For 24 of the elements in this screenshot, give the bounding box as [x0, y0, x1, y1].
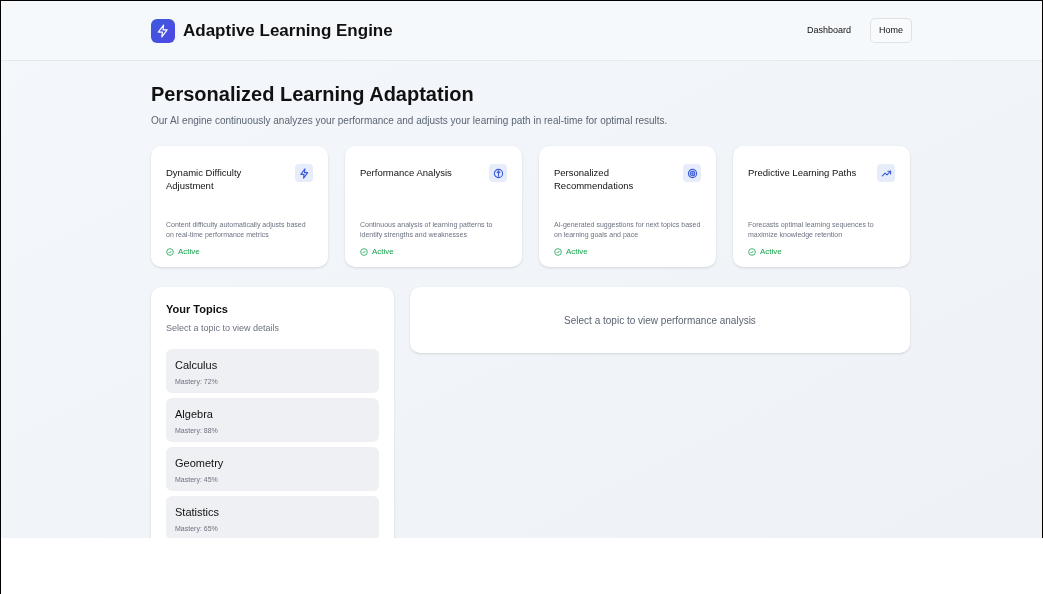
- panel-subtitle: Select a topic to view details: [166, 321, 281, 335]
- page-heading: Personalized Learning Adaptation: [151, 82, 475, 107]
- card-title: Dynamic Difficulty Adjustment: [166, 166, 243, 192]
- panel-title: Your Topics: [166, 302, 229, 317]
- card-title: Predictive Learning Paths: [748, 166, 857, 179]
- placeholder-text: Select a topic to view performance analysis: [564, 313, 756, 328]
- status-label: Active: [178, 246, 200, 258]
- nav-button[interactable]: Dashboard: [797, 17, 860, 44]
- check-circle-icon: [554, 248, 562, 256]
- page-subtitle: Our AI engine continuously analyzes your performance and adjusts your learning path in real-time for optimal results.: [151, 114, 669, 128]
- check-circle-icon: [360, 248, 368, 256]
- status-label: Active: [566, 246, 588, 258]
- card-title: Performance Analysis: [360, 166, 452, 179]
- check-circle-icon: [166, 248, 174, 256]
- nav-button[interactable]: Home: [870, 17, 912, 44]
- logo-icon: [151, 18, 175, 43]
- card-title: Personalized Recommendations: [554, 166, 635, 192]
- status-label: Active: [372, 246, 394, 258]
- trend-up-icon: [877, 164, 895, 182]
- app-title: Adaptive Learning Engine: [183, 19, 393, 42]
- target-icon: [683, 164, 701, 182]
- lightning-icon: [295, 164, 313, 182]
- check-circle-icon: [748, 248, 756, 256]
- status-label: Active: [760, 246, 782, 258]
